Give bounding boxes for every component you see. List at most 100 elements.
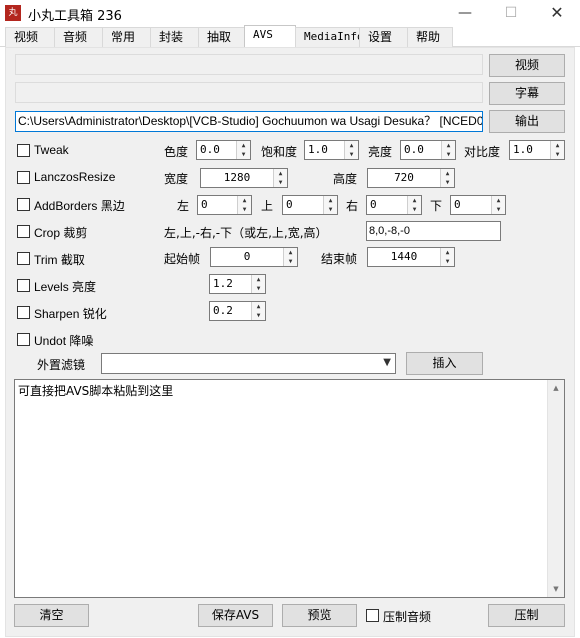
tab-avs[interactable]: AVS <box>244 25 296 47</box>
chevron-down-icon[interactable]: ▼ <box>383 357 391 368</box>
levels-label: Levels 亮度 <box>34 280 97 294</box>
sharpen-checkbox[interactable] <box>17 306 30 319</box>
spin-up-icon[interactable]: ▲ <box>324 196 337 205</box>
start-frame-spinner[interactable]: 0 ▲ ▼ <box>210 247 298 267</box>
spin-up-icon[interactable]: ▲ <box>274 169 287 178</box>
avs-script-editor[interactable]: 可直接把AVS脚本粘贴到这里 ▲ ▼ <box>14 379 565 598</box>
subtitle-button[interactable]: 字幕 <box>489 82 565 105</box>
spin-down-icon[interactable]: ▼ <box>324 205 337 214</box>
tweak-checkbox[interactable] <box>17 144 30 157</box>
spin-down-icon[interactable]: ▼ <box>284 257 297 266</box>
spin-down-icon[interactable]: ▼ <box>252 311 265 320</box>
trim-checkbox[interactable] <box>17 252 30 265</box>
addborders-checkbox[interactable] <box>17 198 30 211</box>
close-button[interactable]: ✕ <box>534 0 580 26</box>
resize-checkbox[interactable] <box>17 171 30 184</box>
video-path-field[interactable] <box>15 54 483 75</box>
spin-up-icon[interactable]: ▲ <box>345 141 358 150</box>
levels-spinner[interactable]: 1.2 ▲ ▼ <box>209 274 266 294</box>
sharpen-label: Sharpen 锐化 <box>34 307 107 321</box>
save-avs-button[interactable]: 保存AVS <box>198 604 273 627</box>
levels-checkbox[interactable] <box>17 279 30 292</box>
subtitle-path-field[interactable] <box>15 82 483 103</box>
spin-up-icon[interactable]: ▲ <box>252 302 265 311</box>
border-top-label: 上 <box>261 199 274 213</box>
tab-extract[interactable]: 抽取 <box>198 27 247 47</box>
contrast-spinner[interactable]: 1.0 ▲ ▼ <box>509 140 565 160</box>
spin-up-icon[interactable]: ▲ <box>551 141 564 150</box>
hue-spinner[interactable]: 0.0 ▲ ▼ <box>196 140 251 160</box>
output-button[interactable]: 输出 <box>489 110 565 133</box>
border-left-label: 左 <box>177 199 190 213</box>
sharpen-spinner[interactable]: 0.2 ▲ ▼ <box>209 301 266 321</box>
tab-help[interactable]: 帮助 <box>407 27 453 47</box>
start-frame-label: 起始帧 <box>164 252 201 266</box>
spin-down-icon[interactable]: ▼ <box>237 150 250 159</box>
height-value: 720 <box>394 171 414 184</box>
spin-up-icon[interactable]: ▲ <box>441 248 454 257</box>
border-bottom-label: 下 <box>430 199 443 213</box>
video-button[interactable]: 视频 <box>489 54 565 77</box>
minimize-button[interactable]: — <box>442 0 488 26</box>
output-path-field[interactable]: C:\Users\Administrator\Desktop\[VCB-Stud… <box>15 111 483 132</box>
tab-mediainfo[interactable]: MediaInfo <box>295 27 364 47</box>
spin-up-icon[interactable]: ▲ <box>492 196 505 205</box>
spin-down-icon[interactable]: ▼ <box>442 150 455 159</box>
maximize-button[interactable]: ☐ <box>488 0 534 26</box>
tab-common[interactable]: 常用 <box>102 27 151 47</box>
spin-up-icon[interactable]: ▲ <box>284 248 297 257</box>
border-left-spinner[interactable]: 0 ▲ ▼ <box>197 195 252 215</box>
brightness-value: 0.0 <box>404 143 424 156</box>
encode-audio-checkbox[interactable] <box>366 609 379 622</box>
spin-down-icon[interactable]: ▼ <box>441 257 454 266</box>
spin-up-icon[interactable]: ▲ <box>238 196 251 205</box>
spin-down-icon[interactable]: ▼ <box>492 205 505 214</box>
tab-mux[interactable]: 封装 <box>150 27 199 47</box>
undot-label: Undot 降噪 <box>34 334 94 348</box>
spin-up-icon[interactable]: ▲ <box>408 196 421 205</box>
width-spinner[interactable]: 1280 ▲ ▼ <box>200 168 288 188</box>
hue-value: 0.0 <box>200 143 220 156</box>
border-top-spinner[interactable]: 0 ▲ ▼ <box>282 195 338 215</box>
brightness-label: 亮度 <box>368 145 393 159</box>
undot-checkbox[interactable] <box>17 333 30 346</box>
border-right-value: 0 <box>370 198 377 211</box>
spin-up-icon[interactable]: ▲ <box>441 169 454 178</box>
spin-down-icon[interactable]: ▼ <box>274 178 287 187</box>
tab-video[interactable]: 视频 <box>5 27 55 47</box>
clear-button[interactable]: 清空 <box>14 604 89 627</box>
window-title: 小丸工具箱 236 <box>28 9 122 24</box>
scroll-up-icon[interactable]: ▲ <box>548 380 564 396</box>
spin-down-icon[interactable]: ▼ <box>551 150 564 159</box>
height-label: 高度 <box>333 172 358 186</box>
saturation-spinner[interactable]: 1.0 ▲ ▼ <box>304 140 359 160</box>
width-label: 宽度 <box>164 172 189 186</box>
border-right-spinner[interactable]: 0 ▲ ▼ <box>366 195 422 215</box>
spin-down-icon[interactable]: ▼ <box>408 205 421 214</box>
end-frame-spinner[interactable]: 1440 ▲ ▼ <box>367 247 455 267</box>
tab-settings[interactable]: 设置 <box>359 27 408 47</box>
vertical-scrollbar[interactable]: ▲ ▼ <box>547 380 564 597</box>
preview-button[interactable]: 预览 <box>282 604 357 627</box>
spin-down-icon[interactable]: ▼ <box>441 178 454 187</box>
external-filter-combo[interactable]: ▼ <box>101 353 396 374</box>
spin-up-icon[interactable]: ▲ <box>237 141 250 150</box>
spin-down-icon[interactable]: ▼ <box>238 205 251 214</box>
border-bottom-value: 0 <box>454 198 461 211</box>
border-bottom-spinner[interactable]: 0 ▲ ▼ <box>450 195 506 215</box>
height-spinner[interactable]: 720 ▲ ▼ <box>367 168 455 188</box>
crop-hint: 左,上,-右,-下（或左,上,宽,高） <box>164 226 328 240</box>
spin-up-icon[interactable]: ▲ <box>442 141 455 150</box>
spin-up-icon[interactable]: ▲ <box>252 275 265 284</box>
spin-down-icon[interactable]: ▼ <box>252 284 265 293</box>
brightness-spinner[interactable]: 0.0 ▲ ▼ <box>400 140 456 160</box>
scroll-down-icon[interactable]: ▼ <box>548 581 564 597</box>
insert-button[interactable]: 插入 <box>406 352 483 375</box>
encode-button[interactable]: 压制 <box>488 604 565 627</box>
crop-input[interactable]: 8,0,-8,-0 <box>366 221 501 241</box>
spin-down-icon[interactable]: ▼ <box>345 150 358 159</box>
tab-strip: 视频 音频 常用 封装 抽取 AVS MediaInfo 设置 帮助 <box>0 25 580 47</box>
title-bar: 丸 小丸工具箱 236 — ☐ ✕ <box>0 0 580 26</box>
crop-checkbox[interactable] <box>17 225 30 238</box>
tab-audio[interactable]: 音频 <box>54 27 103 47</box>
